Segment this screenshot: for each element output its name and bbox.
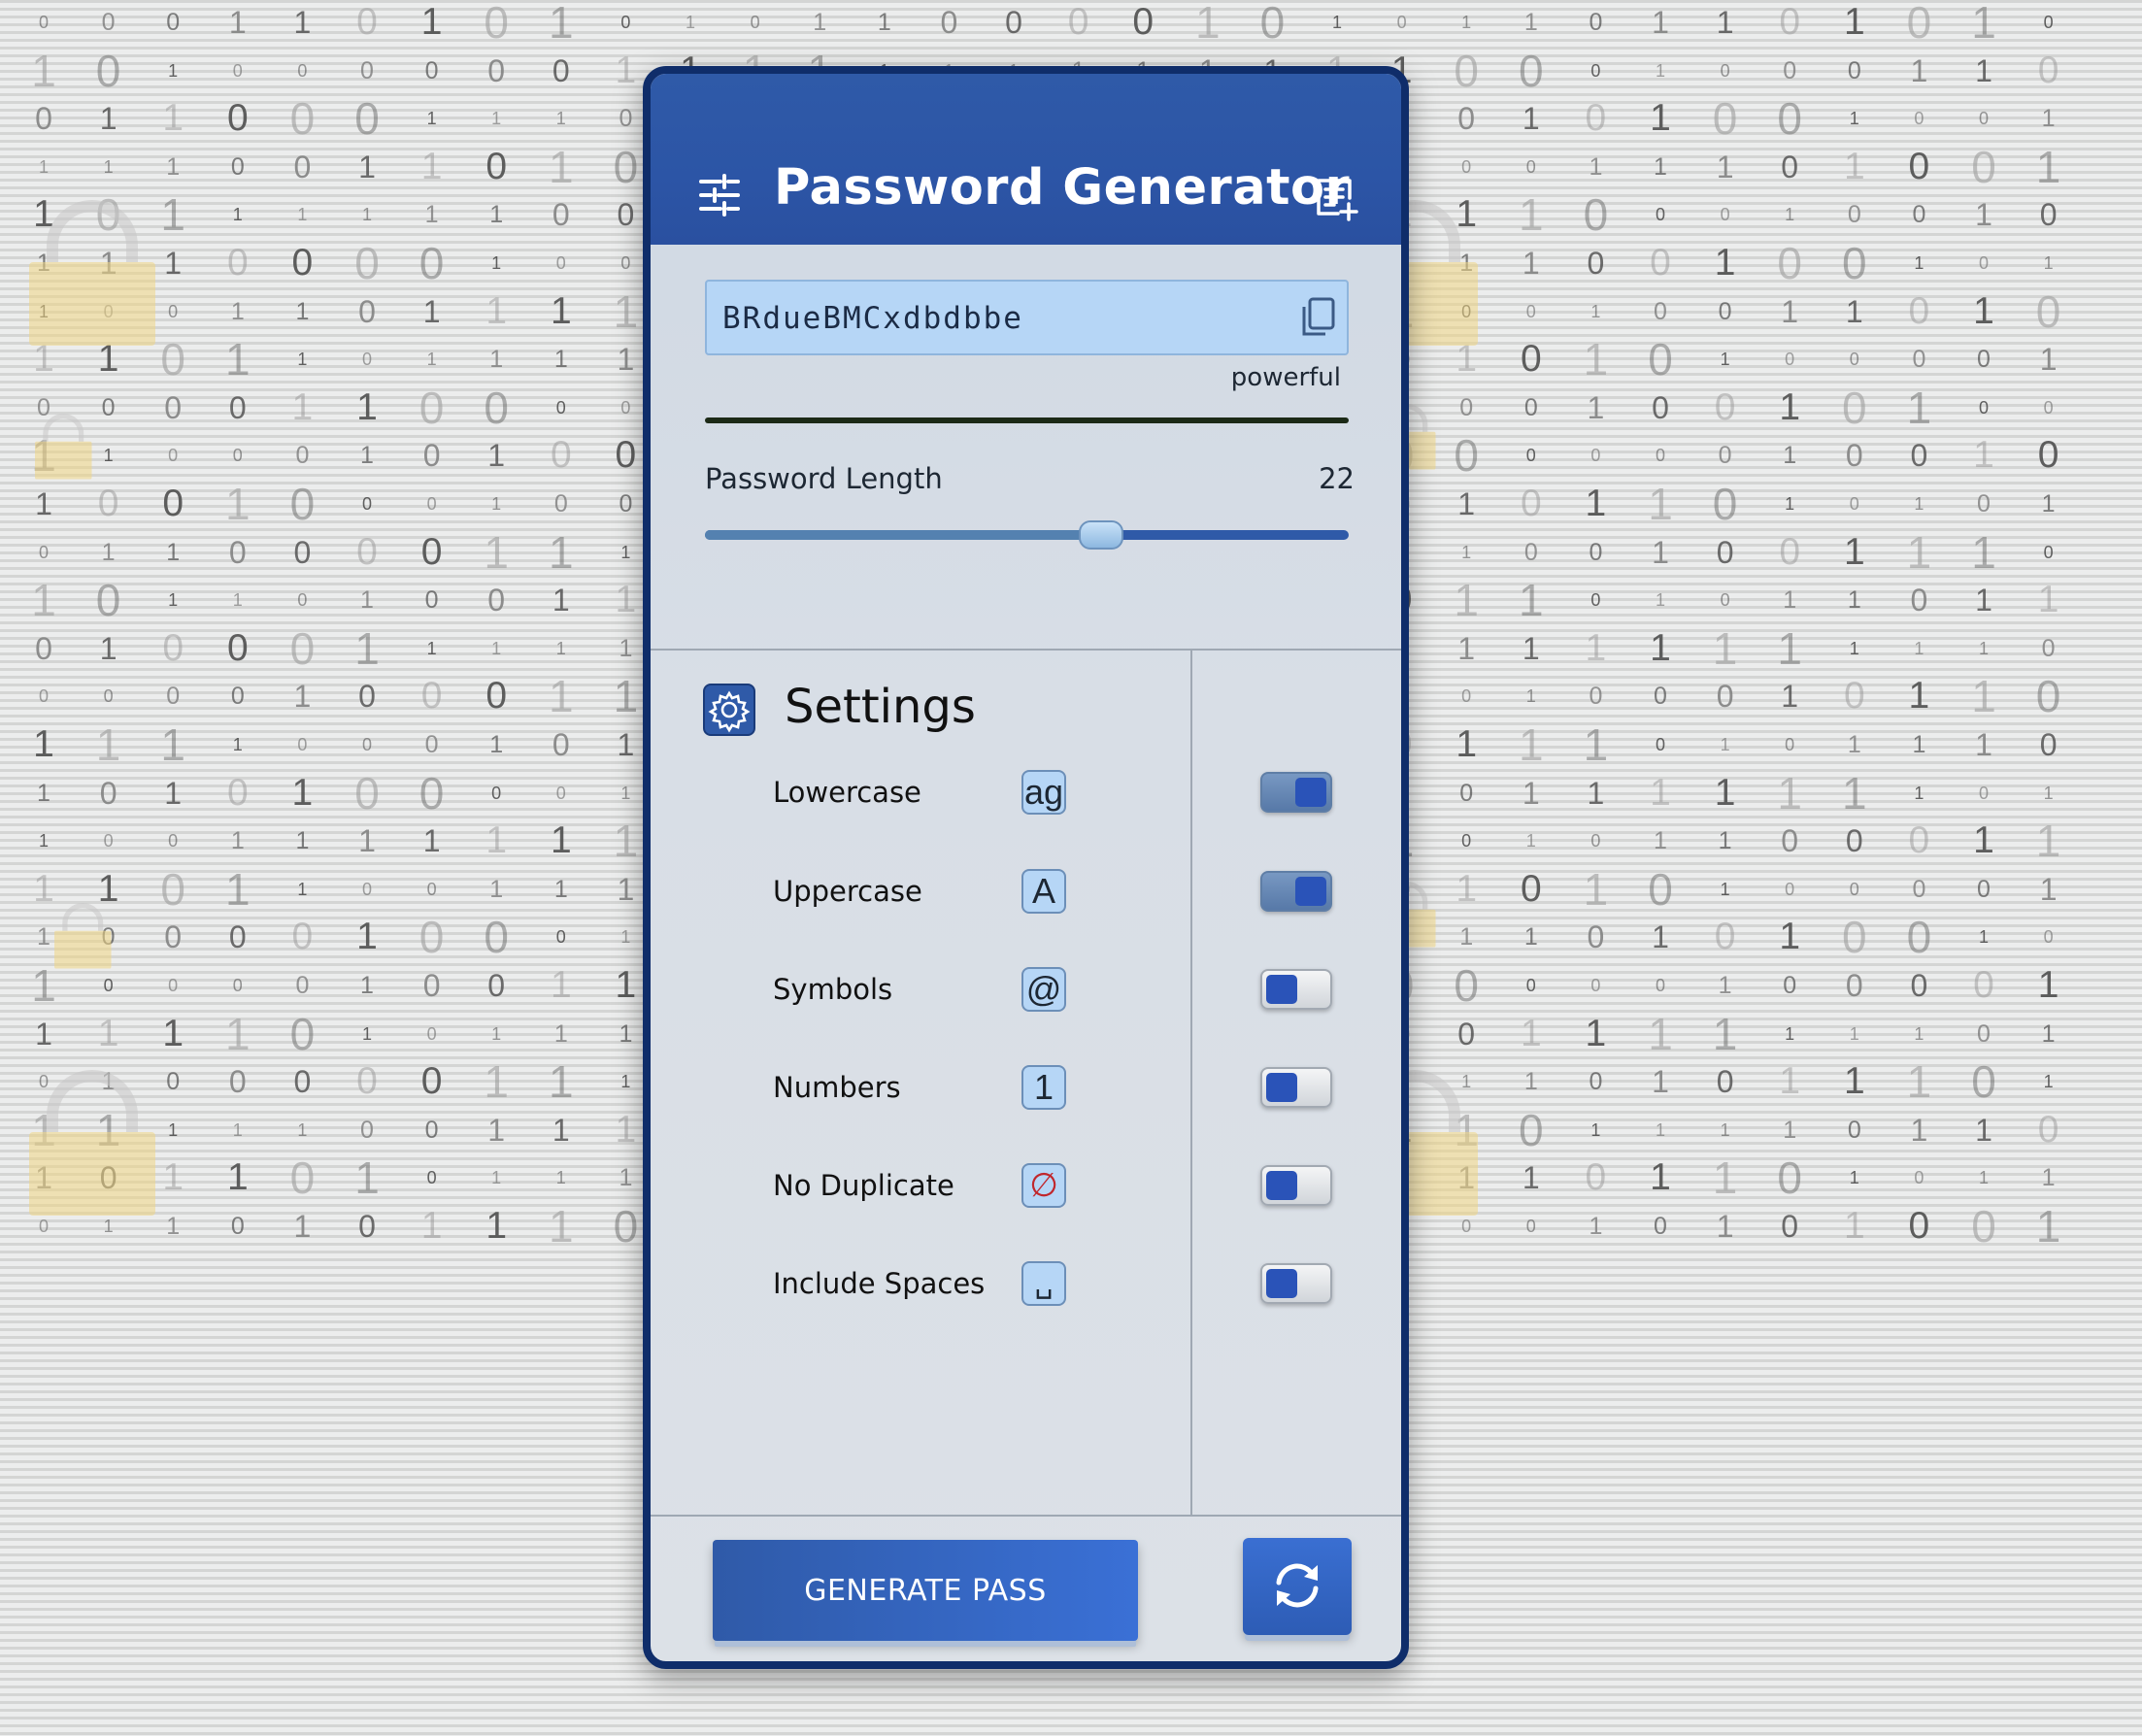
strength-bar bbox=[705, 417, 1349, 423]
password-output-field[interactable]: BRdueBMCxdbdbbe bbox=[705, 280, 1349, 355]
tune-icon[interactable] bbox=[697, 173, 742, 217]
lock-icon bbox=[35, 414, 92, 480]
toggle-knob bbox=[1295, 778, 1326, 807]
binary-digit: 0 bbox=[1971, 1201, 1996, 1252]
length-value: 22 bbox=[1319, 462, 1355, 495]
refresh-icon bbox=[1269, 1557, 1325, 1617]
app-window: Password Generator BRdueBMCxdbdbbe power… bbox=[643, 66, 1409, 1669]
setting-row: Uppercase A bbox=[651, 859, 1401, 927]
toggle-switch[interactable] bbox=[1260, 1165, 1332, 1206]
binary-digit: 1 bbox=[1843, 1205, 1865, 1247]
setting-label: No Duplicate bbox=[773, 1169, 954, 1202]
refresh-button[interactable] bbox=[1243, 1538, 1352, 1635]
binary-digit: 1 bbox=[485, 1205, 508, 1247]
setting-glyph-icon: A bbox=[1021, 869, 1066, 914]
binary-digit: 1 bbox=[1716, 1209, 1734, 1244]
setting-glyph-icon: @ bbox=[1021, 967, 1066, 1012]
binary-digit: 0 bbox=[358, 1209, 376, 1244]
toggle-switch[interactable] bbox=[1260, 871, 1332, 912]
toggle-switch[interactable] bbox=[1260, 1263, 1332, 1304]
setting-label: Uppercase bbox=[773, 875, 922, 908]
toggle-knob bbox=[1295, 877, 1326, 906]
setting-row: Symbols @ bbox=[651, 957, 1401, 1025]
slider-thumb[interactable] bbox=[1079, 520, 1123, 550]
setting-row: No Duplicate ∅ bbox=[651, 1153, 1401, 1221]
binary-digit: 0 bbox=[1908, 1205, 1930, 1247]
settings-title: Settings bbox=[785, 680, 976, 734]
binary-digit: 1 bbox=[1589, 1213, 1603, 1240]
binary-digit: 1 bbox=[293, 1209, 312, 1244]
setting-glyph-icon: 1 bbox=[1021, 1065, 1066, 1110]
password-value: BRdueBMCxdbdbbe bbox=[722, 301, 1023, 336]
strength-label: powerful bbox=[1230, 363, 1341, 392]
toggle-switch[interactable] bbox=[1260, 772, 1332, 813]
copy-icon[interactable] bbox=[1298, 295, 1337, 338]
length-slider[interactable] bbox=[705, 520, 1349, 551]
toggle-knob bbox=[1266, 1073, 1297, 1102]
binary-digit: 0 bbox=[1781, 1209, 1799, 1244]
binary-digit: 0 bbox=[1654, 1213, 1667, 1240]
binary-digit: 0 bbox=[230, 1213, 245, 1240]
page-title: Password Generator bbox=[774, 159, 1351, 217]
setting-glyph-icon: ag bbox=[1021, 770, 1066, 815]
setting-row: Numbers 1 bbox=[651, 1055, 1401, 1123]
note-add-icon[interactable] bbox=[1313, 175, 1359, 221]
app-header: Password Generator bbox=[651, 74, 1401, 245]
toggle-knob bbox=[1266, 1171, 1297, 1200]
binary-digit: 1 bbox=[549, 1201, 574, 1252]
setting-label: Include Spaces bbox=[773, 1267, 986, 1300]
setting-glyph-icon: ␣ bbox=[1021, 1261, 1066, 1306]
settings-gear-icon bbox=[703, 684, 755, 736]
setting-label: Lowercase bbox=[773, 776, 921, 809]
generate-pass-button[interactable]: GENERATE PASS bbox=[713, 1540, 1138, 1641]
lock-icon bbox=[54, 903, 112, 969]
toggle-switch[interactable] bbox=[1260, 969, 1332, 1010]
lock-icon bbox=[29, 200, 155, 346]
toggle-knob bbox=[1266, 1269, 1297, 1298]
toggle-switch[interactable] bbox=[1260, 1067, 1332, 1108]
toggle-knob bbox=[1266, 975, 1297, 1004]
setting-label: Symbols bbox=[773, 973, 893, 1006]
setting-row: Include Spaces ␣ bbox=[651, 1252, 1401, 1319]
binary-digit: 0 bbox=[1525, 1217, 1536, 1236]
binary-digit: 1 bbox=[420, 1205, 443, 1247]
setting-row: Lowercase ag bbox=[651, 760, 1401, 828]
setting-label: Numbers bbox=[773, 1071, 901, 1104]
divider bbox=[651, 649, 1401, 651]
divider bbox=[651, 1515, 1401, 1517]
binary-digit: 1 bbox=[2035, 1201, 2061, 1252]
setting-glyph-icon: ∅ bbox=[1021, 1163, 1066, 1208]
slider-fill bbox=[705, 530, 1101, 540]
lock-icon bbox=[29, 1070, 155, 1216]
length-label: Password Length bbox=[705, 462, 943, 495]
